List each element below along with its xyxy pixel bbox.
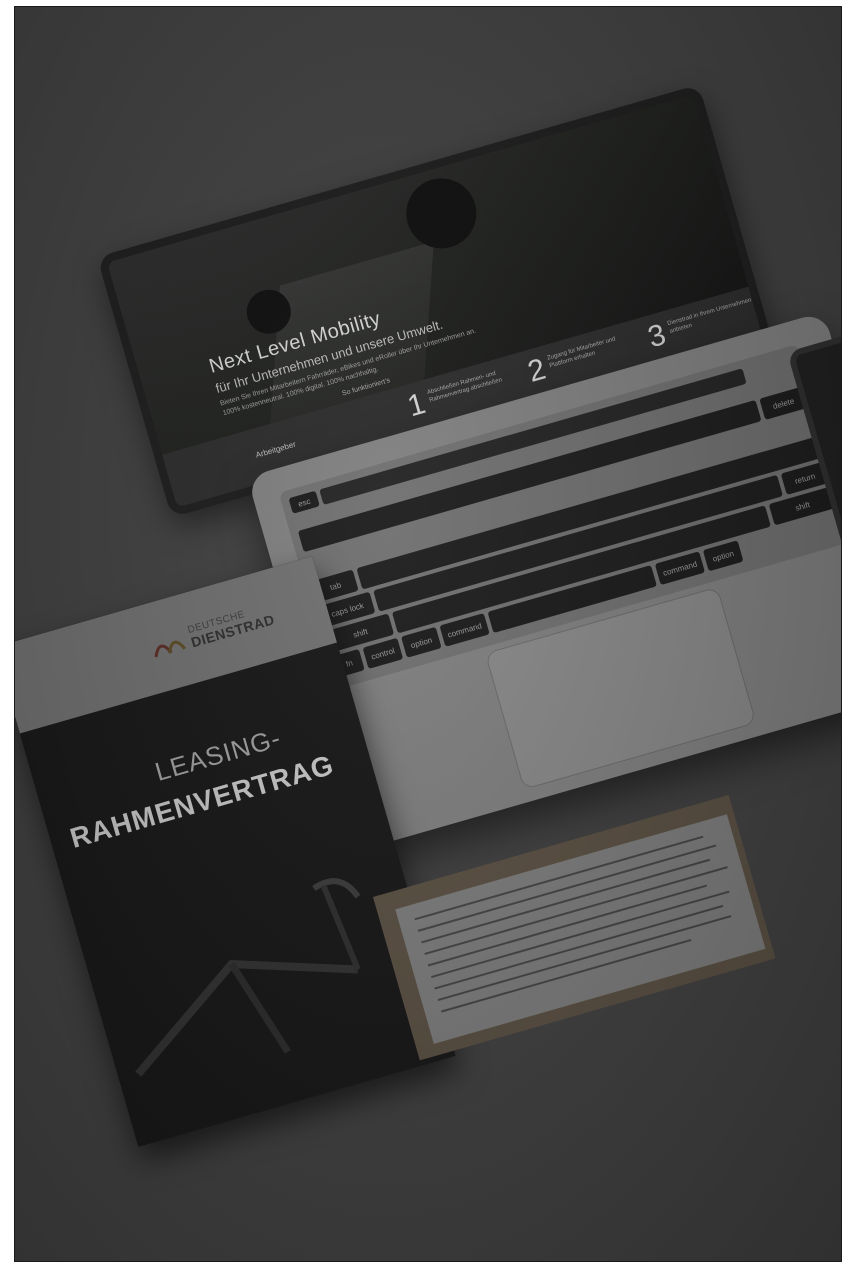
key-control[interactable]: control xyxy=(362,637,404,669)
letter-line xyxy=(427,884,708,967)
envelope xyxy=(373,795,776,1061)
photo-frame: Next Level Mobility für Ihr Unternehmen … xyxy=(14,6,842,1262)
letter-line xyxy=(431,890,730,978)
key-option-left[interactable]: option xyxy=(400,626,442,658)
letter-line xyxy=(414,835,704,921)
key-option-right[interactable]: option xyxy=(702,540,744,572)
letter-line xyxy=(437,915,732,1002)
letter-line xyxy=(421,858,711,944)
contract-letter xyxy=(395,814,766,1044)
letter-line xyxy=(434,904,724,990)
key-esc[interactable]: esc xyxy=(288,490,320,514)
